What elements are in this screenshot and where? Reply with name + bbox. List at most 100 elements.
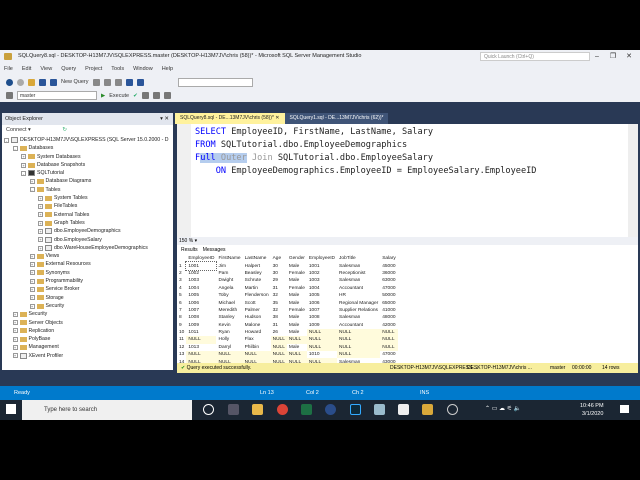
table-cell[interactable]: Male bbox=[287, 262, 307, 269]
expand-icon[interactable]: + bbox=[29, 253, 35, 259]
table-cell[interactable]: Receptionist bbox=[337, 270, 380, 277]
menu-query[interactable]: Query bbox=[61, 63, 76, 75]
tree-node[interactable]: + Programmability bbox=[2, 277, 173, 285]
obs-icon[interactable] bbox=[447, 404, 458, 415]
results-tab[interactable]: Results bbox=[181, 245, 198, 255]
table-cell[interactable]: Palmer bbox=[243, 307, 271, 314]
ssms-taskbar-icon[interactable] bbox=[422, 404, 433, 415]
tree-node[interactable]: - SQLTutorial bbox=[2, 169, 173, 177]
table-cell[interactable]: NULL bbox=[380, 343, 398, 352]
solution-config-dropdown[interactable] bbox=[177, 77, 253, 87]
table-cell[interactable]: Pam bbox=[216, 270, 242, 277]
collapse-icon[interactable]: - bbox=[29, 187, 35, 193]
parse-checkmark-icon[interactable]: ✔ bbox=[133, 93, 138, 99]
query-editor[interactable]: SELECT EmployeeID, FirstName, LastName, … bbox=[177, 124, 638, 237]
row-number[interactable]: 8 bbox=[177, 314, 186, 321]
back-icon[interactable] bbox=[6, 78, 13, 86]
expand-icon[interactable]: + bbox=[29, 179, 35, 185]
expand-icon[interactable]: + bbox=[29, 262, 35, 268]
expand-icon[interactable]: + bbox=[29, 270, 35, 276]
tree-node[interactable]: + System Tables bbox=[2, 194, 173, 202]
tree-node[interactable]: + Graph Tables bbox=[2, 219, 173, 227]
table-cell[interactable]: NULL bbox=[186, 336, 217, 344]
file-explorer-icon[interactable] bbox=[252, 404, 263, 415]
tree-node[interactable]: + PolyBase bbox=[2, 335, 173, 343]
expand-icon[interactable]: + bbox=[12, 336, 18, 342]
column-header[interactable]: LastName bbox=[243, 255, 271, 262]
table-cell[interactable]: 63000 bbox=[380, 277, 398, 284]
row-number[interactable]: 10 bbox=[177, 329, 186, 336]
table-cell[interactable]: Malone bbox=[243, 322, 271, 329]
table-cell[interactable]: 38 bbox=[271, 314, 287, 321]
table-cell[interactable]: NULL bbox=[306, 328, 338, 337]
save-all-icon[interactable] bbox=[50, 78, 57, 86]
table-cell[interactable]: 1002 bbox=[186, 270, 216, 277]
table-cell[interactable]: Male bbox=[287, 329, 307, 336]
table-cell[interactable]: 1001 bbox=[307, 262, 337, 269]
table-cell[interactable]: NULL bbox=[270, 351, 287, 359]
menu-help[interactable]: Help bbox=[162, 63, 173, 75]
execute-button[interactable]: Execute bbox=[109, 93, 129, 99]
column-header[interactable]: FirstName bbox=[216, 255, 242, 262]
table-cell[interactable]: Female bbox=[287, 307, 307, 314]
table-cell[interactable]: NULL bbox=[337, 351, 381, 359]
tree-node[interactable]: + Service Broker bbox=[2, 285, 173, 293]
table-cell[interactable]: 30 bbox=[271, 270, 287, 277]
undo-icon[interactable] bbox=[125, 78, 133, 86]
tree-node[interactable]: + Database Diagrams bbox=[2, 177, 173, 185]
cortana-icon[interactable] bbox=[203, 404, 214, 415]
expand-icon[interactable]: + bbox=[21, 154, 26, 160]
tree-node[interactable]: + Security bbox=[2, 310, 173, 318]
table-cell[interactable]: NULL bbox=[242, 351, 271, 359]
table-cell[interactable]: 29 bbox=[271, 277, 287, 284]
table-cell[interactable]: 1005 bbox=[186, 292, 216, 299]
tree-node[interactable]: + dbo.WareHouseEmployeeDemographics bbox=[2, 244, 173, 252]
table-cell[interactable]: Stanley bbox=[216, 314, 242, 321]
table-cell[interactable]: 1004 bbox=[307, 285, 337, 292]
indent-icon[interactable] bbox=[163, 92, 171, 99]
table-cell[interactable]: Jim bbox=[216, 262, 242, 269]
quick-launch-input[interactable]: Quick Launch (Ctrl+Q) bbox=[480, 52, 590, 61]
notepad-icon[interactable] bbox=[374, 404, 385, 415]
menu-tools[interactable]: Tools bbox=[111, 63, 124, 75]
table-cell[interactable]: 1010 bbox=[307, 351, 337, 358]
table-cell[interactable]: Halpert bbox=[243, 262, 271, 269]
table-cell[interactable]: Flenderson bbox=[243, 292, 271, 299]
table-cell[interactable]: NULL bbox=[186, 351, 217, 359]
table-cell[interactable]: Male bbox=[287, 314, 307, 321]
tree-node[interactable]: + Management bbox=[2, 343, 173, 351]
expand-icon[interactable]: + bbox=[38, 237, 43, 243]
table-cell[interactable]: 32 bbox=[271, 307, 287, 314]
close-button[interactable]: ✕ bbox=[622, 50, 636, 63]
lightroom-icon[interactable] bbox=[350, 404, 361, 415]
table-cell[interactable]: Howard bbox=[243, 329, 271, 336]
table-cell[interactable]: NULL bbox=[270, 343, 287, 352]
tree-node[interactable]: - Tables bbox=[2, 186, 173, 194]
tree-node[interactable]: + Replication bbox=[2, 327, 173, 335]
app-globe-icon[interactable] bbox=[325, 404, 336, 415]
table-cell[interactable]: 30 bbox=[271, 262, 287, 269]
table-cell[interactable]: HR bbox=[337, 292, 380, 299]
table-cell[interactable]: 1006 bbox=[307, 299, 337, 306]
table-cell[interactable]: Hudson bbox=[243, 314, 271, 321]
table-cell[interactable]: NULL bbox=[286, 336, 307, 344]
tree-node[interactable]: + Security bbox=[2, 302, 173, 310]
tree-node[interactable]: + Views bbox=[2, 252, 173, 260]
table-cell[interactable]: 1009 bbox=[186, 322, 216, 329]
clock-time[interactable]: 10:46 PM bbox=[580, 403, 604, 409]
table-cell[interactable]: 1003 bbox=[307, 277, 337, 284]
database-select[interactable]: master bbox=[17, 91, 97, 100]
table-cell[interactable]: Male bbox=[287, 292, 307, 299]
connect-icon[interactable] bbox=[6, 92, 13, 99]
expand-icon[interactable]: + bbox=[29, 303, 35, 309]
row-number[interactable]: 6 bbox=[177, 299, 186, 306]
row-number[interactable]: 11 bbox=[177, 336, 186, 343]
minimize-button[interactable]: – bbox=[590, 50, 604, 63]
table-cell[interactable]: 47000 bbox=[380, 351, 398, 358]
table-cell[interactable]: 26 bbox=[271, 329, 287, 336]
table-cell[interactable]: 41000 bbox=[380, 307, 398, 314]
table-cell[interactable]: 1009 bbox=[307, 322, 337, 329]
column-header[interactable]: EmployeeID bbox=[186, 255, 216, 262]
refresh-icon[interactable]: ↻ bbox=[62, 127, 67, 133]
tree-node[interactable]: + FileTables bbox=[2, 202, 173, 210]
